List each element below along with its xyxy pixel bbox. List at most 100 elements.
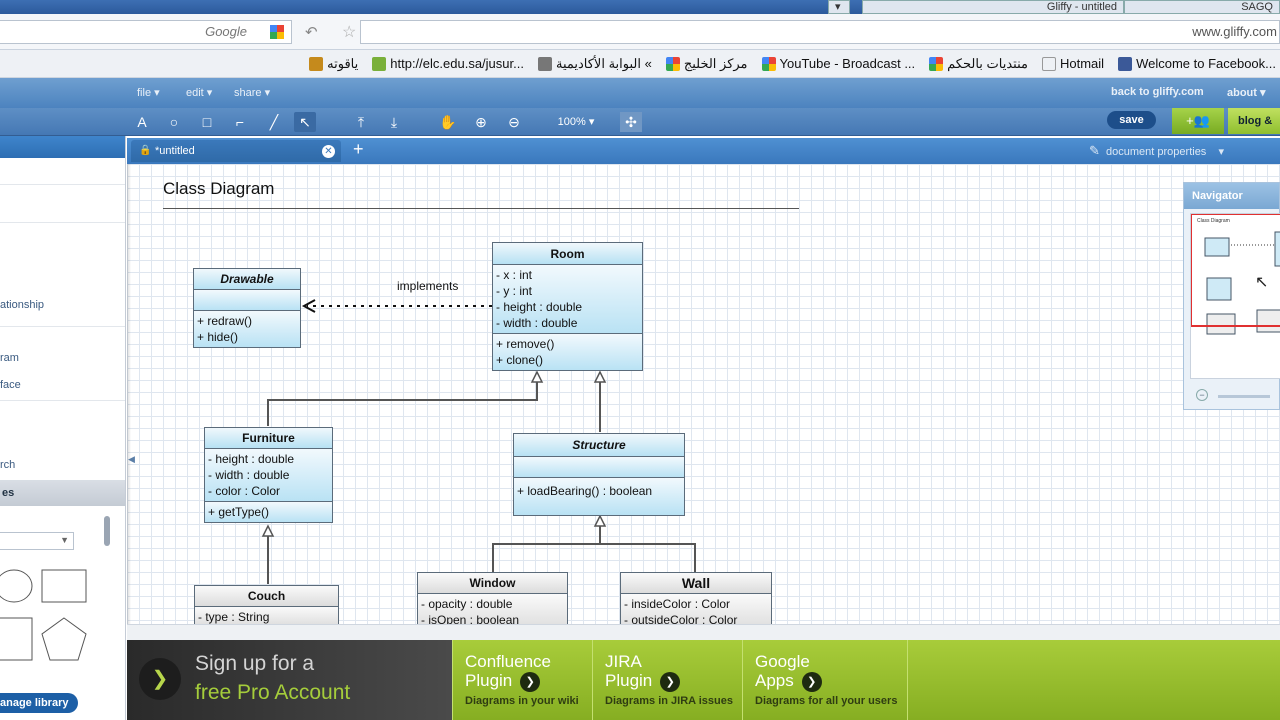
canvas-edge [127,164,131,624]
sidebar-item-search[interactable]: rch [0,459,15,471]
diagram-canvas[interactable]: Class Diagram implements Drawable + redr… [127,164,1280,624]
google-icon[interactable] [270,25,284,39]
pointer-tool-icon[interactable]: ↖ [294,112,316,132]
divider [0,184,125,185]
bookmark-item[interactable]: منتديات بالحكم [929,56,1028,72]
implements-label[interactable]: implements [397,279,458,293]
methods-section: + loadBearing() : boolean [514,478,684,515]
zoom-out-icon[interactable]: − [1196,389,1208,401]
add-tab-icon[interactable]: + [353,139,364,160]
promo-subtitle: Plugin ❯ [605,671,681,692]
bookmark-label: ياقوته [327,55,359,71]
snap-grid-icon[interactable]: ✣ [620,112,642,132]
url-field[interactable]: www.gliffy.com [360,20,1280,44]
file-menu-label: file [137,87,152,99]
manage-library-button[interactable]: anage library [0,693,78,713]
zoom-out-icon[interactable]: ⊖ [503,112,525,132]
zoom-in-icon[interactable]: ⊕ [470,112,492,132]
ellipse-shape[interactable] [0,569,33,603]
signup-banner[interactable]: ❯ Sign up for a free Pro Account [127,640,452,720]
bookmark-icon [309,56,324,71]
google-apps-promo[interactable]: Google Apps ❯ Diagrams for all your users [742,640,907,720]
promo-subtitle: Plugin ❯ [465,671,541,692]
about-menu[interactable]: about ▾ [1227,86,1266,99]
attributes-section: - x : int - y : int - height : double - … [493,265,642,334]
bookmark-item[interactable]: http://elc.edu.sa/jusur... [372,56,524,71]
attribute: - opacity : double [421,597,513,611]
furniture-class[interactable]: Furniture - height : double - width : do… [204,427,333,523]
bookmark-label: Hotmail [1059,56,1105,71]
arrow-right-icon: ❯ [660,671,681,692]
room-class[interactable]: Room - x : int - y : int - height : doub… [492,242,643,371]
attribute: - height : double [208,452,295,466]
bookmark-item[interactable]: YouTube - Broadcast ... [761,56,915,71]
cursor-icon: ↖ [1255,274,1269,291]
class-name: Couch [195,586,338,607]
save-button[interactable]: save [1107,111,1156,129]
collapse-panel-icon[interactable]: ◀ [128,454,135,465]
sidebar-item-interface[interactable]: face [0,379,21,391]
square-shape[interactable] [0,617,33,661]
bookmark-item[interactable]: البوابة الأكاديمية « [537,56,652,72]
promo-filler [907,640,1280,720]
bookmark-item[interactable]: ياقوته [309,56,358,72]
navigator-thumbnail[interactable]: Class Diagram ↖ [1190,213,1280,379]
line-tool-icon[interactable]: ╱ [263,112,285,132]
method: + redraw() [197,314,253,328]
confluence-plugin-promo[interactable]: Confluence Plugin ❯ Diagrams in your wiki [452,640,592,720]
tab-untitled[interactable]: 🔒 *untitled ✕ [131,140,341,162]
wall-class[interactable]: Wall - insideColor : Color - outsideColo… [620,572,772,624]
connector-tool-icon[interactable]: ⌐ [229,112,251,132]
zoom-slider[interactable] [1218,395,1270,398]
sidebar-item-relationship[interactable]: ationship [0,299,44,311]
structure-class[interactable]: Structure + loadBearing() : boolean [513,433,685,516]
bookmark-label: http://elc.edu.sa/jusur... [390,56,524,71]
couch-class[interactable]: Couch - type : String [194,585,339,624]
pentagon-shape[interactable] [41,617,87,661]
bookmark-item[interactable]: مركز الخليج [665,55,748,72]
chevron-down-icon: ▼ [60,535,69,545]
signup-line2: free Pro Account [195,681,351,704]
method: + loadBearing() : boolean [517,484,653,498]
horizontal-scrollbar[interactable] [127,624,1280,640]
document-properties-button[interactable]: ✎ document properties ▾ [1089,143,1224,159]
sidebar-item-program[interactable]: ram [0,352,19,364]
back-link[interactable]: back to gliffy.com [1111,86,1204,98]
hand-tool-icon[interactable]: ✋ [437,112,459,132]
add-users-button[interactable]: +👥 [1172,108,1224,134]
bookmark-item[interactable]: Welcome to Facebook... [1118,56,1276,71]
send-back-icon[interactable]: ⤓ [383,112,405,132]
bookmark-label: مركز الخليج [683,55,748,71]
drawable-class[interactable]: Drawable + redraw() + hide() [193,268,301,348]
method: + remove() [496,337,555,351]
window-class[interactable]: Window - opacity : double - isOpen : boo… [417,572,568,624]
undo-icon[interactable]: ↶ [305,23,318,41]
close-icon[interactable]: ✕ [322,145,335,158]
attributes-section: - insideColor : Color - outsideColor : C… [621,594,771,624]
browser-tab[interactable]: Gliffy - untitled [862,0,1124,14]
promo-caption: Diagrams in your wiki [465,695,579,707]
jira-plugin-promo[interactable]: JIRA Plugin ❯ Diagrams in JIRA issues [592,640,742,720]
share-menu[interactable]: share ▾ [234,86,270,99]
address-bar: Google ↶ ☆ www.gliffy.com [0,14,1280,50]
blog-button[interactable]: blog & [1228,108,1280,134]
bring-front-icon[interactable]: ⤒ [350,112,372,132]
rectangle-shape[interactable] [41,569,87,603]
star-icon[interactable]: ☆ [342,22,356,42]
signup-line1: Sign up for a [195,652,315,675]
zoom-select[interactable]: 100% ▾ [548,112,604,132]
browser-tab-2[interactable]: SAGQ [1124,0,1280,14]
edit-menu-label: edit [186,87,204,99]
text-tool-icon[interactable]: A [131,112,153,132]
edit-menu[interactable]: edit ▾ [186,86,212,99]
search-input[interactable]: Google [0,20,292,44]
scrollbar[interactable] [104,516,110,546]
ellipse-tool-icon[interactable]: ○ [163,112,185,132]
shapes-header[interactable]: es [0,480,125,506]
rectangle-tool-icon[interactable]: □ [196,112,218,132]
bookmark-item[interactable]: Hotmail [1041,56,1105,71]
attributes-section [514,457,684,478]
file-menu[interactable]: file ▾ [137,86,160,99]
library-select[interactable]: ▼ [0,532,74,550]
window-control[interactable]: ▾ [828,0,850,14]
